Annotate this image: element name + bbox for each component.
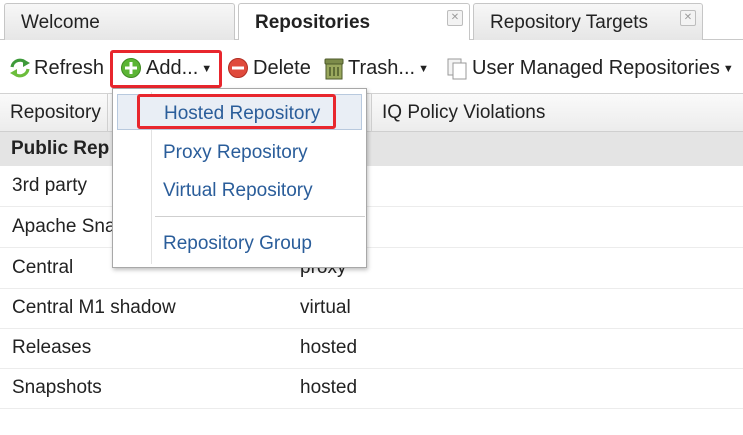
tab-repository-targets-label: Repository Targets (490, 12, 649, 33)
menu-item-repository-group[interactable]: Repository Group (117, 225, 362, 261)
repository-type: hosted (300, 337, 358, 358)
repository-name: Snapshots (12, 377, 102, 398)
trash-icon (322, 57, 344, 80)
repository-name: Central M1 shadow (12, 297, 176, 318)
close-icon[interactable]: ✕ (680, 10, 696, 26)
repository-name: Apache Sna (12, 216, 116, 237)
user-managed-repositories-button[interactable]: User Managed Repositories ▼ (446, 54, 734, 82)
menu-item-label: Repository Group (163, 233, 312, 254)
trash-label: Trash... (348, 56, 416, 79)
refresh-label: Refresh (34, 56, 105, 79)
table-row[interactable]: Snapshots hosted (0, 369, 743, 409)
group-label: Public Rep (11, 138, 110, 159)
add-button-highlight (110, 50, 222, 88)
repository-name: Central (12, 257, 74, 278)
hosted-repository-highlight (137, 94, 336, 129)
repository-name: Releases (12, 337, 92, 358)
menu-item-label: Proxy Repository (163, 142, 308, 163)
column-header-iq-policy-label: IQ Policy Violations (382, 102, 546, 123)
tab-repositories[interactable]: Repositories ✕ (238, 3, 470, 41)
repository-name: 3rd party (12, 175, 87, 196)
column-header-iq-policy[interactable]: IQ Policy Violations (372, 94, 743, 132)
close-icon[interactable]: ✕ (447, 10, 463, 26)
refresh-button[interactable]: Refresh (8, 54, 104, 82)
tab-welcome-label: Welcome (21, 12, 100, 33)
chevron-down-icon: ▼ (418, 63, 429, 75)
user-managed-label: User Managed Repositories (472, 56, 720, 79)
delete-label: Delete (253, 56, 311, 79)
delete-icon (227, 57, 249, 79)
menu-item-label: Virtual Repository (163, 180, 313, 201)
delete-button[interactable]: Delete (227, 54, 311, 82)
repository-type: hosted (300, 377, 358, 398)
menu-item-proxy-repository[interactable]: Proxy Repository (117, 134, 362, 170)
menu-separator (155, 216, 365, 217)
column-header-repository-label: Repository (10, 102, 101, 123)
table-row[interactable]: Releases hosted (0, 329, 743, 369)
tab-bar: Welcome Repositories ✕ Repository Target… (0, 0, 743, 41)
tab-welcome[interactable]: Welcome (4, 3, 235, 40)
table-row[interactable]: Central M1 shadow virtual (0, 289, 743, 329)
chevron-down-icon: ▼ (722, 63, 734, 75)
user-managed-icon (446, 57, 468, 80)
tab-repositories-label: Repositories (255, 12, 371, 33)
tab-repository-targets[interactable]: Repository Targets ✕ (473, 3, 703, 40)
repository-type: virtual (300, 297, 351, 318)
refresh-icon (8, 57, 30, 79)
trash-button[interactable]: Trash... ▼ (322, 54, 429, 82)
column-header-repository[interactable]: Repository (0, 94, 108, 132)
menu-item-virtual-repository[interactable]: Virtual Repository (117, 172, 362, 208)
